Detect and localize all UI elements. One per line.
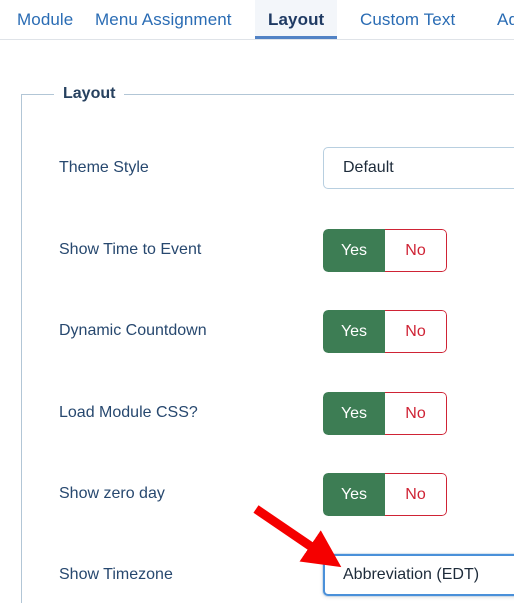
dynamic-countdown-yes-button[interactable]: Yes bbox=[323, 310, 385, 353]
load-module-css-toggle[interactable]: Yes No bbox=[323, 392, 447, 435]
form-row-show-zero-day: Show zero day Yes No bbox=[0, 472, 514, 516]
show-zero-day-yes-button[interactable]: Yes bbox=[323, 473, 385, 516]
form-row-load-module-css: Load Module CSS? Yes No bbox=[0, 391, 514, 435]
label-show-zero-day: Show zero day bbox=[59, 485, 165, 502]
tab-advanced[interactable]: Ad bbox=[484, 0, 514, 39]
tab-custom-text[interactable]: Custom Text bbox=[347, 0, 468, 39]
label-show-time-to-event: Show Time to Event bbox=[59, 241, 202, 258]
layout-fieldset-legend: Layout bbox=[54, 82, 125, 106]
show-time-to-event-yes-button[interactable]: Yes bbox=[323, 229, 385, 272]
form-row-theme-style: Theme Style Default bbox=[0, 146, 514, 190]
show-zero-day-no-button[interactable]: No bbox=[385, 473, 447, 516]
load-module-css-no-button[interactable]: No bbox=[385, 392, 447, 435]
theme-style-select[interactable]: Default bbox=[323, 147, 514, 189]
label-load-module-css: Load Module CSS? bbox=[59, 404, 198, 421]
dynamic-countdown-toggle[interactable]: Yes No bbox=[323, 310, 447, 353]
dynamic-countdown-no-button[interactable]: No bbox=[385, 310, 447, 353]
form-row-show-time-to-event: Show Time to Event Yes No bbox=[0, 228, 514, 272]
tab-bar-divider bbox=[0, 39, 514, 40]
form-row-dynamic-countdown: Dynamic Countdown Yes No bbox=[0, 309, 514, 353]
show-zero-day-toggle[interactable]: Yes No bbox=[323, 473, 447, 516]
label-theme-style: Theme Style bbox=[59, 159, 149, 176]
tab-bar: Module Menu Assignment Layout Custom Tex… bbox=[0, 0, 514, 41]
show-time-to-event-toggle[interactable]: Yes No bbox=[323, 229, 447, 272]
label-show-timezone: Show Timezone bbox=[59, 566, 173, 583]
tab-module[interactable]: Module bbox=[4, 0, 86, 39]
tab-layout[interactable]: Layout bbox=[255, 0, 338, 39]
settings-screen: Module Menu Assignment Layout Custom Tex… bbox=[0, 0, 514, 603]
label-dynamic-countdown: Dynamic Countdown bbox=[59, 322, 207, 339]
show-time-to-event-no-button[interactable]: No bbox=[385, 229, 447, 272]
show-timezone-select[interactable]: Abbreviation (EDT) bbox=[323, 554, 514, 596]
form-row-show-timezone: Show Timezone Abbreviation (EDT) bbox=[0, 553, 514, 597]
tab-menu-assignment[interactable]: Menu Assignment bbox=[82, 0, 245, 39]
load-module-css-yes-button[interactable]: Yes bbox=[323, 392, 385, 435]
